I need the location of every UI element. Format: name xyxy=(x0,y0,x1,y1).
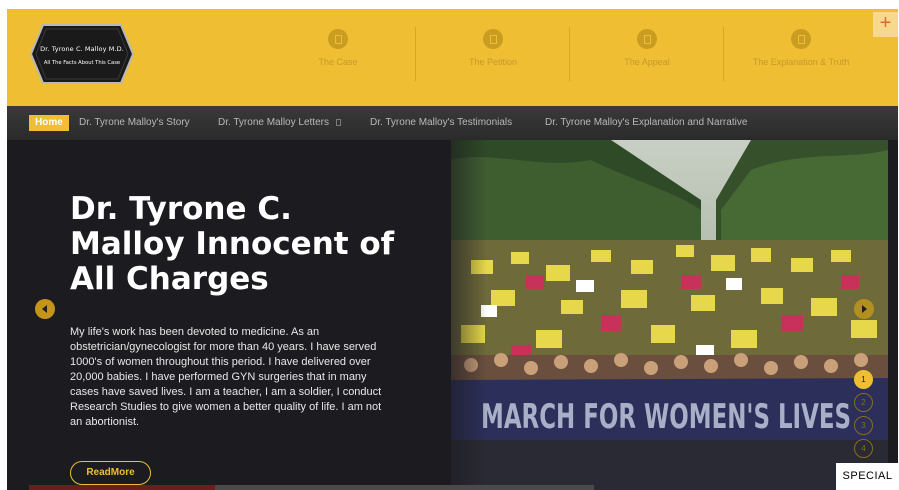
nav-link-label: Dr. Tyrone Malloy Letters xyxy=(218,117,329,128)
nav-item-label: The Appeal xyxy=(624,57,670,67)
document-icon xyxy=(483,29,503,49)
hero-title: Dr. Tyrone C. Malloy Innocent of All Cha… xyxy=(70,191,395,297)
chevron-left-icon xyxy=(42,305,47,313)
slide-progress-fill xyxy=(29,485,216,490)
nav-link-story[interactable]: Dr. Tyrone Malloy's Story xyxy=(79,117,190,128)
document-icon xyxy=(791,29,811,49)
expand-plus-button[interactable]: + xyxy=(873,12,898,37)
march-crowd-image: MARCH FOR WOMEN'S LIVES xyxy=(451,140,888,490)
nav-item-the-petition[interactable]: The Petition xyxy=(415,27,569,81)
nav-item-label: The Case xyxy=(318,57,358,67)
next-slide-button[interactable] xyxy=(854,299,874,319)
photo-fade xyxy=(427,140,487,490)
nav-item-explanation-truth[interactable]: The Explanation & Truth xyxy=(723,27,877,81)
nav-item-label: The Explanation & Truth xyxy=(752,57,850,67)
slide-progress-bar xyxy=(29,485,594,490)
page: Dr. Tyrone C. Malloy M.D. All The Facts … xyxy=(7,9,898,490)
nav-item-the-appeal[interactable]: The Appeal xyxy=(569,27,723,81)
pager-dot-4[interactable]: 4 xyxy=(854,439,873,458)
hero-text: My life's work has been devoted to medic… xyxy=(70,326,382,428)
logo-title: Dr. Tyrone C. Malloy M.D. xyxy=(40,45,124,53)
nav-link-letters[interactable]: Dr. Tyrone Malloy Letters xyxy=(218,117,341,128)
hero-slider: MARCH FOR WOMEN'S LIVES Dr. Tyrone C. Ma… xyxy=(7,140,898,490)
pager-dot-1[interactable]: 1 xyxy=(854,370,873,389)
pager-dot-3[interactable]: 3 xyxy=(854,416,873,435)
dropdown-icon xyxy=(335,119,341,126)
hero-photo: MARCH FOR WOMEN'S LIVES xyxy=(451,140,888,490)
nav-item-label: The Petition xyxy=(468,57,518,67)
document-icon xyxy=(637,29,657,49)
read-more-button[interactable]: ReadMore xyxy=(70,461,151,485)
special-badge[interactable]: SPECIAL xyxy=(836,463,899,490)
banner-text: MARCH FOR WOMEN'S LIVES xyxy=(481,397,851,437)
nav-item-the-case[interactable]: The Case xyxy=(261,27,415,81)
site-header: Dr. Tyrone C. Malloy M.D. All The Facts … xyxy=(7,9,898,106)
prev-slide-button[interactable] xyxy=(35,299,55,319)
document-icon xyxy=(328,29,348,49)
main-nav: Home Dr. Tyrone Malloy's Story Dr. Tyron… xyxy=(7,106,898,140)
nav-link-testimonials[interactable]: Dr. Tyrone Malloy's Testimonials xyxy=(370,117,512,128)
logo-badge-icon xyxy=(29,24,135,84)
slide-pager: 1 2 3 4 xyxy=(854,370,874,462)
site-logo[interactable]: Dr. Tyrone C. Malloy M.D. All The Facts … xyxy=(29,22,135,86)
chevron-right-icon xyxy=(862,305,867,313)
nav-link-explanation[interactable]: Dr. Tyrone Malloy's Explanation and Narr… xyxy=(545,117,747,128)
logo-tagline: All The Facts About This Case xyxy=(43,60,121,66)
top-nav: The Case The Petition The Appeal The Exp… xyxy=(261,27,877,81)
nav-home[interactable]: Home xyxy=(29,115,69,131)
pager-dot-2[interactable]: 2 xyxy=(854,393,873,412)
